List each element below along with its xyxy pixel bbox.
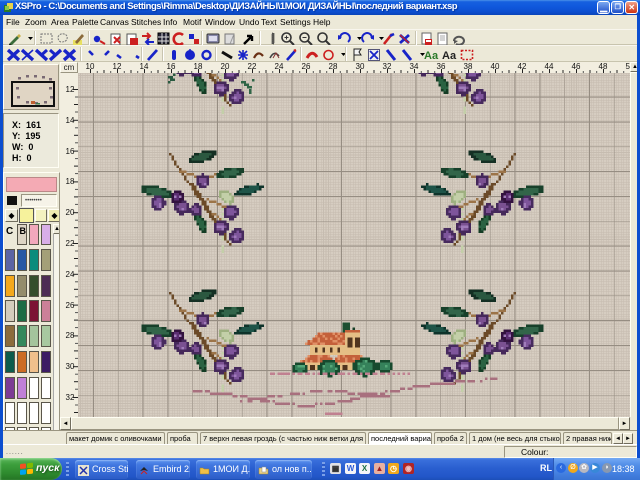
svg-text:22: 22 — [66, 239, 75, 248]
svg-text:46: 46 — [572, 62, 581, 71]
svg-text:16: 16 — [66, 147, 75, 156]
svg-text:24: 24 — [66, 270, 75, 279]
svg-text:38: 38 — [464, 62, 473, 71]
svg-text:40: 40 — [491, 62, 500, 71]
svg-text:28: 28 — [329, 62, 338, 71]
svg-text:14: 14 — [66, 116, 75, 125]
svg-text:30: 30 — [356, 62, 365, 71]
svg-text:12: 12 — [66, 85, 75, 94]
svg-text:48: 48 — [599, 62, 608, 71]
svg-text:10: 10 — [86, 62, 95, 71]
svg-text:34: 34 — [410, 62, 419, 71]
svg-text:12: 12 — [113, 62, 122, 71]
svg-text:14: 14 — [140, 62, 149, 71]
svg-text:28: 28 — [66, 331, 75, 340]
svg-text:26: 26 — [66, 301, 75, 310]
svg-text:16: 16 — [167, 62, 176, 71]
svg-text:20: 20 — [66, 208, 75, 217]
svg-text:Aa: Aa — [442, 50, 457, 62]
svg-text:26: 26 — [302, 62, 311, 71]
svg-text:44: 44 — [545, 62, 554, 71]
svg-text:30: 30 — [66, 362, 75, 371]
svg-text:20: 20 — [221, 62, 230, 71]
svg-text:Aa: Aa — [424, 50, 439, 62]
svg-text:32: 32 — [383, 62, 392, 71]
svg-text:18: 18 — [66, 177, 75, 186]
svg-text:36: 36 — [437, 62, 446, 71]
svg-text:18: 18 — [194, 62, 203, 71]
svg-text:22: 22 — [248, 62, 257, 71]
svg-text:32: 32 — [66, 393, 75, 402]
svg-text:24: 24 — [275, 62, 284, 71]
svg-text:42: 42 — [518, 62, 527, 71]
